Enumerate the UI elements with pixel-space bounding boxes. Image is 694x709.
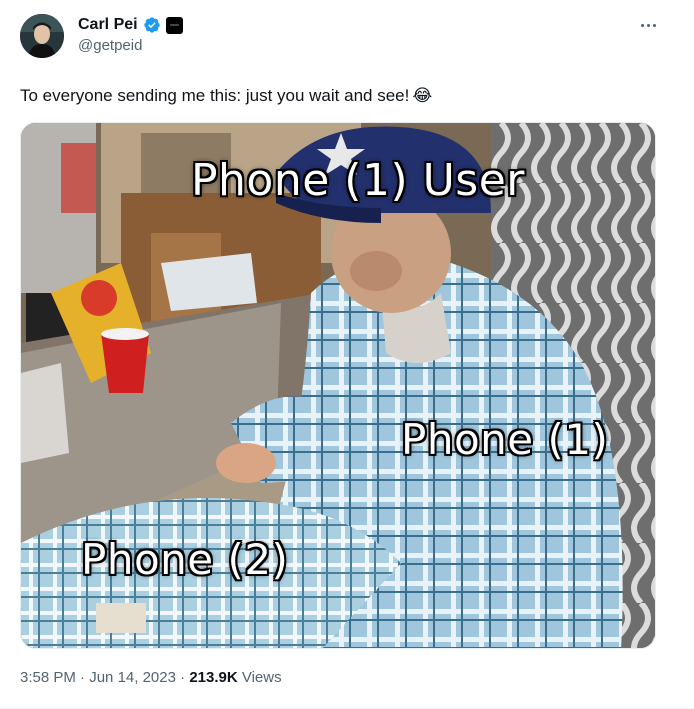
tweet-card: Carl Pei @getpeid To everyone sending me… [0, 0, 694, 709]
tweet-meta: 3:58 PM · Jun 14, 2023 · 213.9K Views [20, 668, 282, 688]
affiliate-badge-icon[interactable] [165, 16, 183, 34]
caption-phone-1-user: Phone (1) User [191, 155, 525, 206]
tweet-text-body: To everyone sending me this: just you wa… [20, 86, 410, 105]
verified-badge-icon[interactable] [143, 16, 161, 34]
tweet-text: To everyone sending me this: just you wa… [20, 84, 432, 108]
tweet-time: 3:58 PM [20, 669, 76, 686]
avatar-image [20, 14, 64, 58]
caption-phone-1: Phone (1) [401, 415, 609, 464]
meta-separator: · [75, 669, 90, 686]
caption-phone-2: Phone (2) [81, 535, 289, 584]
tweet-timestamp[interactable]: 3:58 PM · Jun 14, 2023 [20, 669, 176, 686]
more-options-icon[interactable] [634, 14, 662, 36]
views-link[interactable]: 213.9K Views [189, 669, 281, 686]
author-name-row: Carl Pei [78, 14, 183, 36]
tweet-media-image[interactable]: Phone (1) User Phone (1) Phone (2) [20, 122, 656, 649]
views-count: 213.9K [189, 669, 238, 686]
author-handle[interactable]: @getpeid [78, 36, 142, 56]
tweet-date: Jun 14, 2023 [89, 669, 176, 686]
views-label: Views [237, 669, 282, 686]
meta-separator: · [175, 669, 190, 686]
laughing-emoji: 😂 [412, 86, 433, 105]
author-display-name[interactable]: Carl Pei [78, 14, 138, 36]
author-avatar[interactable] [20, 14, 64, 58]
